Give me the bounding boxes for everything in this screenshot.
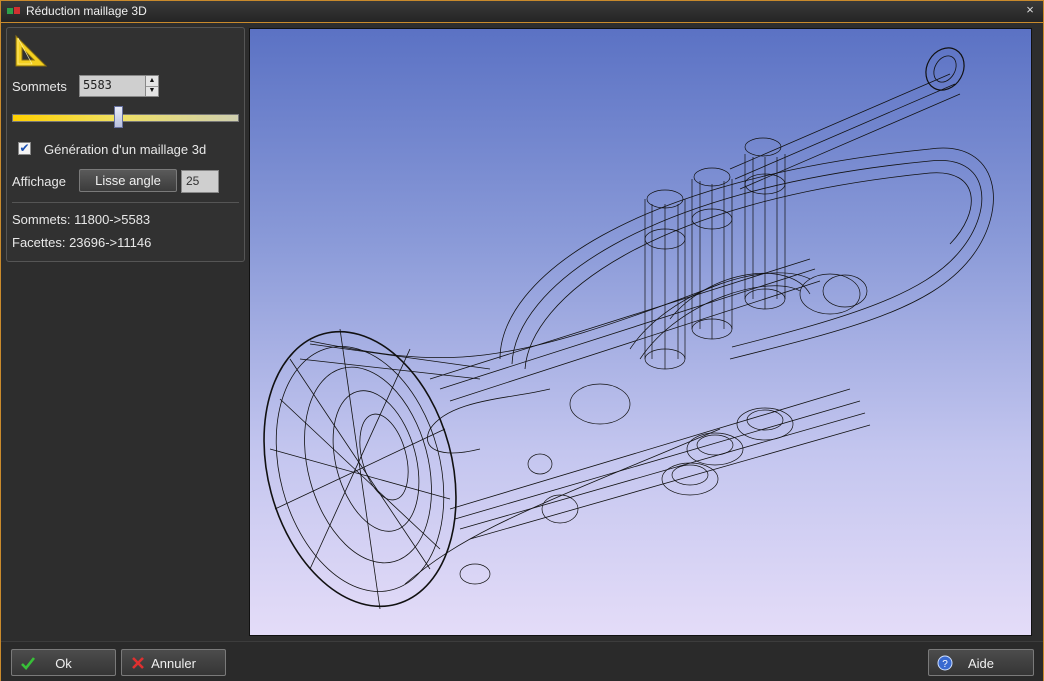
panel-divider [12, 202, 239, 203]
sommets-spinbox[interactable]: 5583 ▲ ▼ [79, 75, 159, 97]
sommets-slider-track[interactable] [12, 114, 239, 122]
app-mesh-icon [7, 7, 20, 14]
sommets-slider-handle[interactable] [114, 106, 124, 128]
window-title: Réduction maillage 3D [26, 4, 147, 18]
aide-button-label: Aide [967, 656, 995, 671]
lisse-angle-button[interactable]: Lisse angle [79, 169, 177, 192]
affichage-label: Affichage [12, 174, 66, 189]
dialog-window: Réduction maillage 3D × Sommets 5583 ▲ ▼… [0, 0, 1044, 681]
annuler-button[interactable]: Annuler [121, 649, 226, 676]
angle-input[interactable]: 25 [181, 170, 219, 193]
trumpet-wireframe-model [263, 47, 994, 610]
3d-viewport[interactable] [249, 28, 1032, 636]
dialog-button-bar: Ok Annuler ? Aide [1, 641, 1043, 681]
annuler-button-label: Annuler [151, 656, 196, 671]
close-button[interactable]: × [1023, 3, 1037, 17]
ok-button[interactable]: Ok [11, 649, 116, 676]
spin-arrows: ▲ ▼ [145, 76, 158, 96]
ok-button-label: Ok [55, 656, 72, 671]
sommets-value[interactable]: 5583 [83, 78, 112, 92]
spin-down-arrow-icon[interactable]: ▼ [146, 86, 158, 96]
settings-panel: Sommets 5583 ▲ ▼ ✔ Génération d'un maill… [6, 27, 245, 262]
mesh-3d-checkbox-label[interactable]: Génération d'un maillage 3d [44, 142, 206, 157]
aide-button[interactable]: ? Aide [928, 649, 1034, 676]
stats-facettes: Facettes: 23696->11146 [12, 235, 152, 250]
set-square-icon [15, 34, 48, 67]
mesh-3d-checkbox[interactable]: ✔ [18, 142, 31, 155]
stats-sommets: Sommets: 11800->5583 [12, 212, 151, 227]
title-bar[interactable]: Réduction maillage 3D × [1, 1, 1043, 23]
sommets-label: Sommets [12, 79, 67, 94]
